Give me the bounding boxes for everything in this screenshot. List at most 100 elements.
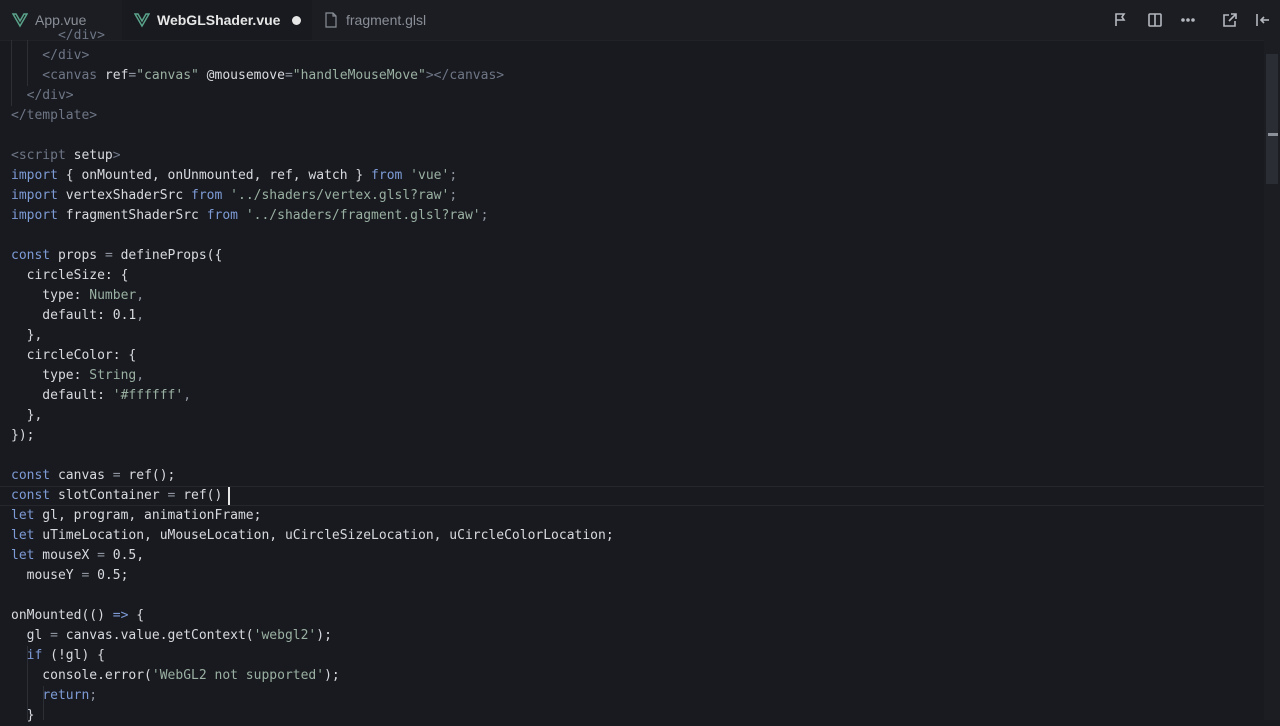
code-token: </div>: [11, 88, 74, 103]
code-token: const: [11, 468, 51, 483]
code-token: props: [50, 248, 105, 263]
code-token: vertexShaderSrc: [57, 188, 192, 203]
code-token: if: [26, 648, 43, 663]
code-token: </template>: [11, 108, 98, 123]
code-line: const props = defineProps({: [11, 246, 614, 266]
code-token: 'vue': [402, 168, 450, 183]
unsaved-dot-icon[interactable]: [292, 15, 302, 25]
code-line: let gl, program, animationFrame;: [11, 506, 614, 526]
code-line: import { onMounted, onUnmounted, ref, wa…: [11, 166, 614, 186]
code-token: return: [42, 688, 90, 703]
code-token: "canvas": [136, 68, 199, 83]
code-token: console.error(: [11, 668, 152, 683]
code-token: );: [324, 668, 340, 683]
code-line: </div>: [11, 46, 614, 66]
code-token: ref(): [175, 488, 223, 503]
code-line: type: Number,: [11, 286, 614, 306]
code-token: canvas.value.getContext(: [57, 628, 254, 643]
code-token: =: [284, 68, 293, 83]
code-token: =: [50, 628, 58, 643]
code-line: </div>: [11, 26, 614, 46]
code-token: circleSize: {: [11, 268, 129, 283]
code-token: =: [97, 548, 105, 563]
code-token: {: [128, 608, 145, 623]
code-token: const: [11, 488, 51, 503]
code-line: let mouseX = 0.5,: [11, 546, 614, 566]
code-token: ,: [136, 368, 145, 383]
code-token: =: [104, 248, 113, 263]
code-token: circleColor: {: [11, 348, 137, 363]
code-token: ,: [136, 308, 145, 323]
code-token: from: [206, 208, 238, 223]
code-token: const: [11, 248, 51, 263]
code-token: });: [11, 428, 35, 443]
code-token: uTimeLocation, uMouseLocation, uCircleSi…: [34, 528, 614, 543]
code-token: ></canvas>: [425, 68, 505, 83]
code-token: 'webgl2': [253, 628, 317, 643]
code-line: let uTimeLocation, uMouseLocation, uCirc…: [11, 526, 614, 546]
code-token: let: [11, 548, 35, 563]
code-token: 0.1: [112, 308, 137, 323]
code-token: default:: [11, 388, 113, 403]
code-line: const canvas = ref();: [11, 466, 614, 486]
code-token: import: [11, 168, 58, 183]
code-token: "handleMouseMove": [292, 68, 426, 83]
code-token: default:: [11, 308, 113, 323]
code-token: },: [11, 328, 43, 343]
code-token: ;: [449, 168, 458, 183]
vertical-scrollbar[interactable]: [1264, 40, 1280, 720]
split-editor-icon[interactable]: [1145, 10, 1165, 30]
code-line: circleColor: {: [11, 346, 614, 366]
code-line: });: [11, 426, 614, 446]
code-token: 'WebGL2 not supported': [151, 668, 325, 683]
code-token: import: [11, 208, 58, 223]
code-token: =>: [112, 608, 129, 623]
code-line: </template>: [11, 106, 614, 126]
code-token: slotContainer: [50, 488, 168, 503]
code-token: ;: [480, 208, 489, 223]
code-token: mouseY: [11, 568, 82, 583]
code-token: ,: [183, 388, 192, 403]
code-line: console.error('WebGL2 not supported');: [11, 666, 614, 686]
code-token: =: [112, 468, 121, 483]
code-token: gl, program, animationFrame;: [34, 508, 262, 523]
code-token: import: [11, 188, 58, 203]
code-line: onMounted(() => {: [11, 606, 614, 626]
code-line: mouseY = 0.5;: [11, 566, 614, 586]
code-token: <canvas: [11, 68, 105, 83]
code-line: default: '#ffffff',: [11, 386, 614, 406]
code-line: circleSize: {: [11, 266, 614, 286]
code-line: },: [11, 406, 614, 426]
code-token: type:: [11, 368, 90, 383]
code-editor[interactable]: </div> </div> <canvas ref = "canvas" @mous…: [0, 28, 1264, 723]
text-caret: [228, 487, 230, 505]
more-actions-icon[interactable]: [1178, 10, 1198, 30]
code-line: <script setup>: [11, 146, 614, 166]
code-token: @mousemove: [198, 68, 285, 83]
scrollbar-thumb[interactable]: [1266, 54, 1278, 184]
code-token: 0.5;: [89, 568, 129, 583]
code-line: default: 0.1,: [11, 306, 614, 326]
code-line: import vertexShaderSrc from '../shaders/…: [11, 186, 614, 206]
open-external-icon[interactable]: [1220, 10, 1240, 30]
open-changes-icon[interactable]: [1110, 10, 1130, 30]
code-token: </div>: [11, 48, 90, 63]
code-token: '../shaders/fragment.glsl?raw': [238, 208, 481, 223]
code-line: gl = canvas.value.getContext('webgl2');: [11, 626, 614, 646]
code-line: import fragmentShaderSrc from '../shader…: [11, 206, 614, 226]
code-line: },: [11, 326, 614, 346]
toggle-panel-icon[interactable]: [1253, 10, 1273, 30]
code-token: let: [11, 528, 35, 543]
code-content[interactable]: </div> </div> <canvas ref = "canvas" @mous…: [11, 26, 614, 726]
code-token: ;: [89, 688, 98, 703]
code-token: >: [112, 148, 121, 163]
code-token: );: [316, 628, 332, 643]
code-token: 0.5,: [104, 548, 145, 563]
code-token: ref: [104, 68, 129, 83]
code-token: gl: [11, 628, 51, 643]
code-token: ref();: [120, 468, 176, 483]
code-token: from: [191, 188, 223, 203]
